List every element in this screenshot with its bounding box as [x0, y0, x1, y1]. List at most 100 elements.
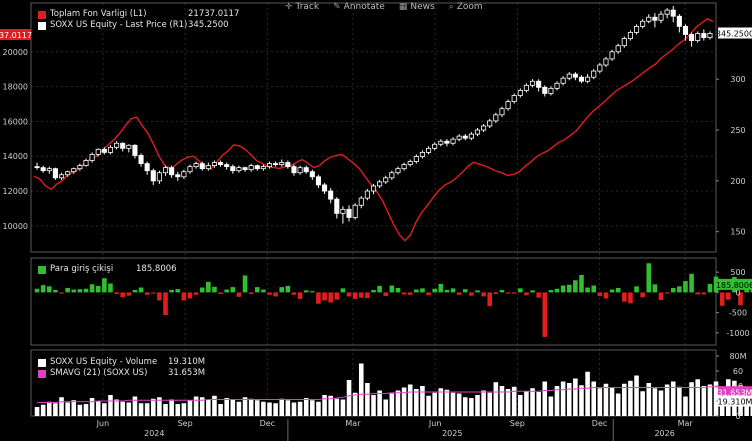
- flow-bar: [585, 287, 590, 293]
- volume-bar: [267, 402, 272, 416]
- legend-entry-smavg[interactable]: SMAVG (21) (SOXX US) 31.653M: [38, 368, 205, 379]
- price-candle: [242, 166, 248, 172]
- volume-bar: [71, 400, 77, 416]
- left-tick-label: 14000: [3, 152, 28, 161]
- price-candle: [315, 174, 321, 188]
- volume-bar: [279, 398, 285, 416]
- volume-bar: [395, 390, 401, 416]
- legend-entry-fund[interactable]: Toplam Fon Varligi (L1) 21737.0117: [38, 9, 239, 20]
- candle-body: [646, 16, 652, 22]
- flow-bar: [46, 286, 52, 293]
- volume-bar: [383, 399, 389, 416]
- month-tick-label: Mar: [678, 419, 694, 428]
- volume-bar: [65, 402, 70, 416]
- price-candle: [670, 6, 676, 23]
- flow-bar: [609, 289, 615, 293]
- flow-bar: [40, 285, 46, 293]
- candle-body: [462, 135, 468, 139]
- flow-bar: [426, 292, 431, 296]
- price-tick-label: 150: [730, 228, 745, 237]
- month-tick-label: Mar: [345, 419, 361, 428]
- volume-bar: [365, 383, 370, 416]
- price-candle: [303, 165, 309, 174]
- candle-body: [352, 204, 358, 218]
- flow-bar: [193, 292, 199, 295]
- price-candle: [468, 132, 474, 141]
- legend-entry-price[interactable]: SOXX US Equity - Last Price (R1) 345.250…: [38, 20, 239, 31]
- volume-bar: [285, 400, 291, 416]
- candle-body: [548, 87, 554, 94]
- flow-bar: [628, 292, 633, 304]
- candle-body: [248, 165, 254, 171]
- price-candle: [578, 75, 585, 84]
- flow-bar: [175, 289, 181, 293]
- price-candle: [511, 93, 517, 104]
- volume-bar: [475, 395, 480, 416]
- flow-bar: [89, 284, 95, 293]
- news-button[interactable]: ▦ News: [399, 2, 435, 12]
- price-candle: [291, 164, 297, 176]
- volume-bar: [303, 398, 309, 416]
- volume-bar: [701, 386, 707, 416]
- candle-body: [633, 25, 640, 33]
- price-candle: [285, 160, 291, 169]
- volume-bar: [46, 401, 52, 416]
- candle-body: [224, 164, 230, 168]
- candle-body: [474, 129, 481, 135]
- legend-label: SOXX US Equity - Last Price (R1): [50, 20, 188, 30]
- flow-bar: [414, 289, 419, 293]
- price-candle: [322, 182, 328, 195]
- price-panel-frame: [30, 2, 717, 253]
- red-square-icon: [38, 10, 46, 19]
- candle-body: [621, 38, 627, 47]
- flow-bar: [597, 292, 603, 297]
- year-tick-label: 2025: [442, 429, 462, 438]
- volume-bar: [358, 363, 364, 416]
- candle-body: [536, 80, 542, 88]
- volume-tick-label: 80M: [729, 352, 746, 361]
- volume-bar: [456, 393, 462, 416]
- volume-bar: [212, 395, 217, 416]
- volume-bar: [224, 398, 229, 416]
- flow-bar: [212, 286, 217, 293]
- volume-bar: [89, 398, 95, 416]
- candle-body: [254, 165, 260, 170]
- candle-body: [328, 190, 334, 200]
- price-value-tag: 345.2500: [716, 27, 752, 39]
- flow-bar: [683, 281, 688, 293]
- candle-body: [291, 166, 297, 174]
- price-candle: [144, 161, 150, 175]
- volume-bar: [450, 392, 456, 416]
- flow-bar: [83, 288, 89, 293]
- candle-body: [266, 163, 273, 168]
- flow-tick-label: -500: [729, 309, 747, 318]
- volume-bar: [426, 395, 431, 416]
- candle-body: [389, 172, 395, 179]
- price-candle: [156, 170, 162, 184]
- candle-body: [456, 135, 462, 140]
- volume-value-tag: 19.310M: [718, 395, 752, 407]
- price-candle: [107, 145, 114, 155]
- volume-bar: [59, 397, 64, 416]
- legend-entry-volume[interactable]: SOXX US Equity - Volume 19.310M: [38, 357, 205, 368]
- flow-bar: [95, 285, 101, 293]
- volume-bar: [536, 392, 541, 416]
- legend-label: SOXX US Equity - Volume: [50, 357, 158, 367]
- zoom-button[interactable]: ⌕ Zoom: [449, 2, 483, 12]
- flow-bar: [432, 288, 437, 293]
- flow-bar: [150, 292, 156, 294]
- volume-bar: [566, 383, 572, 416]
- volume-bar: [322, 395, 327, 416]
- legend-entry-flow[interactable]: Para giriş çikişi 185.8006: [38, 264, 177, 275]
- volume-bar: [683, 396, 688, 416]
- candle-body: [682, 25, 689, 35]
- annotate-button[interactable]: ✎ Annotate: [333, 2, 385, 12]
- volume-bar: [346, 380, 352, 416]
- track-button[interactable]: ✛ Track: [285, 2, 319, 12]
- volume-bar: [554, 386, 560, 416]
- price-candle: [676, 14, 682, 33]
- price-candle: [419, 150, 425, 159]
- flow-bar: [59, 292, 64, 294]
- news-label: News: [410, 2, 435, 12]
- price-candle: [481, 123, 487, 133]
